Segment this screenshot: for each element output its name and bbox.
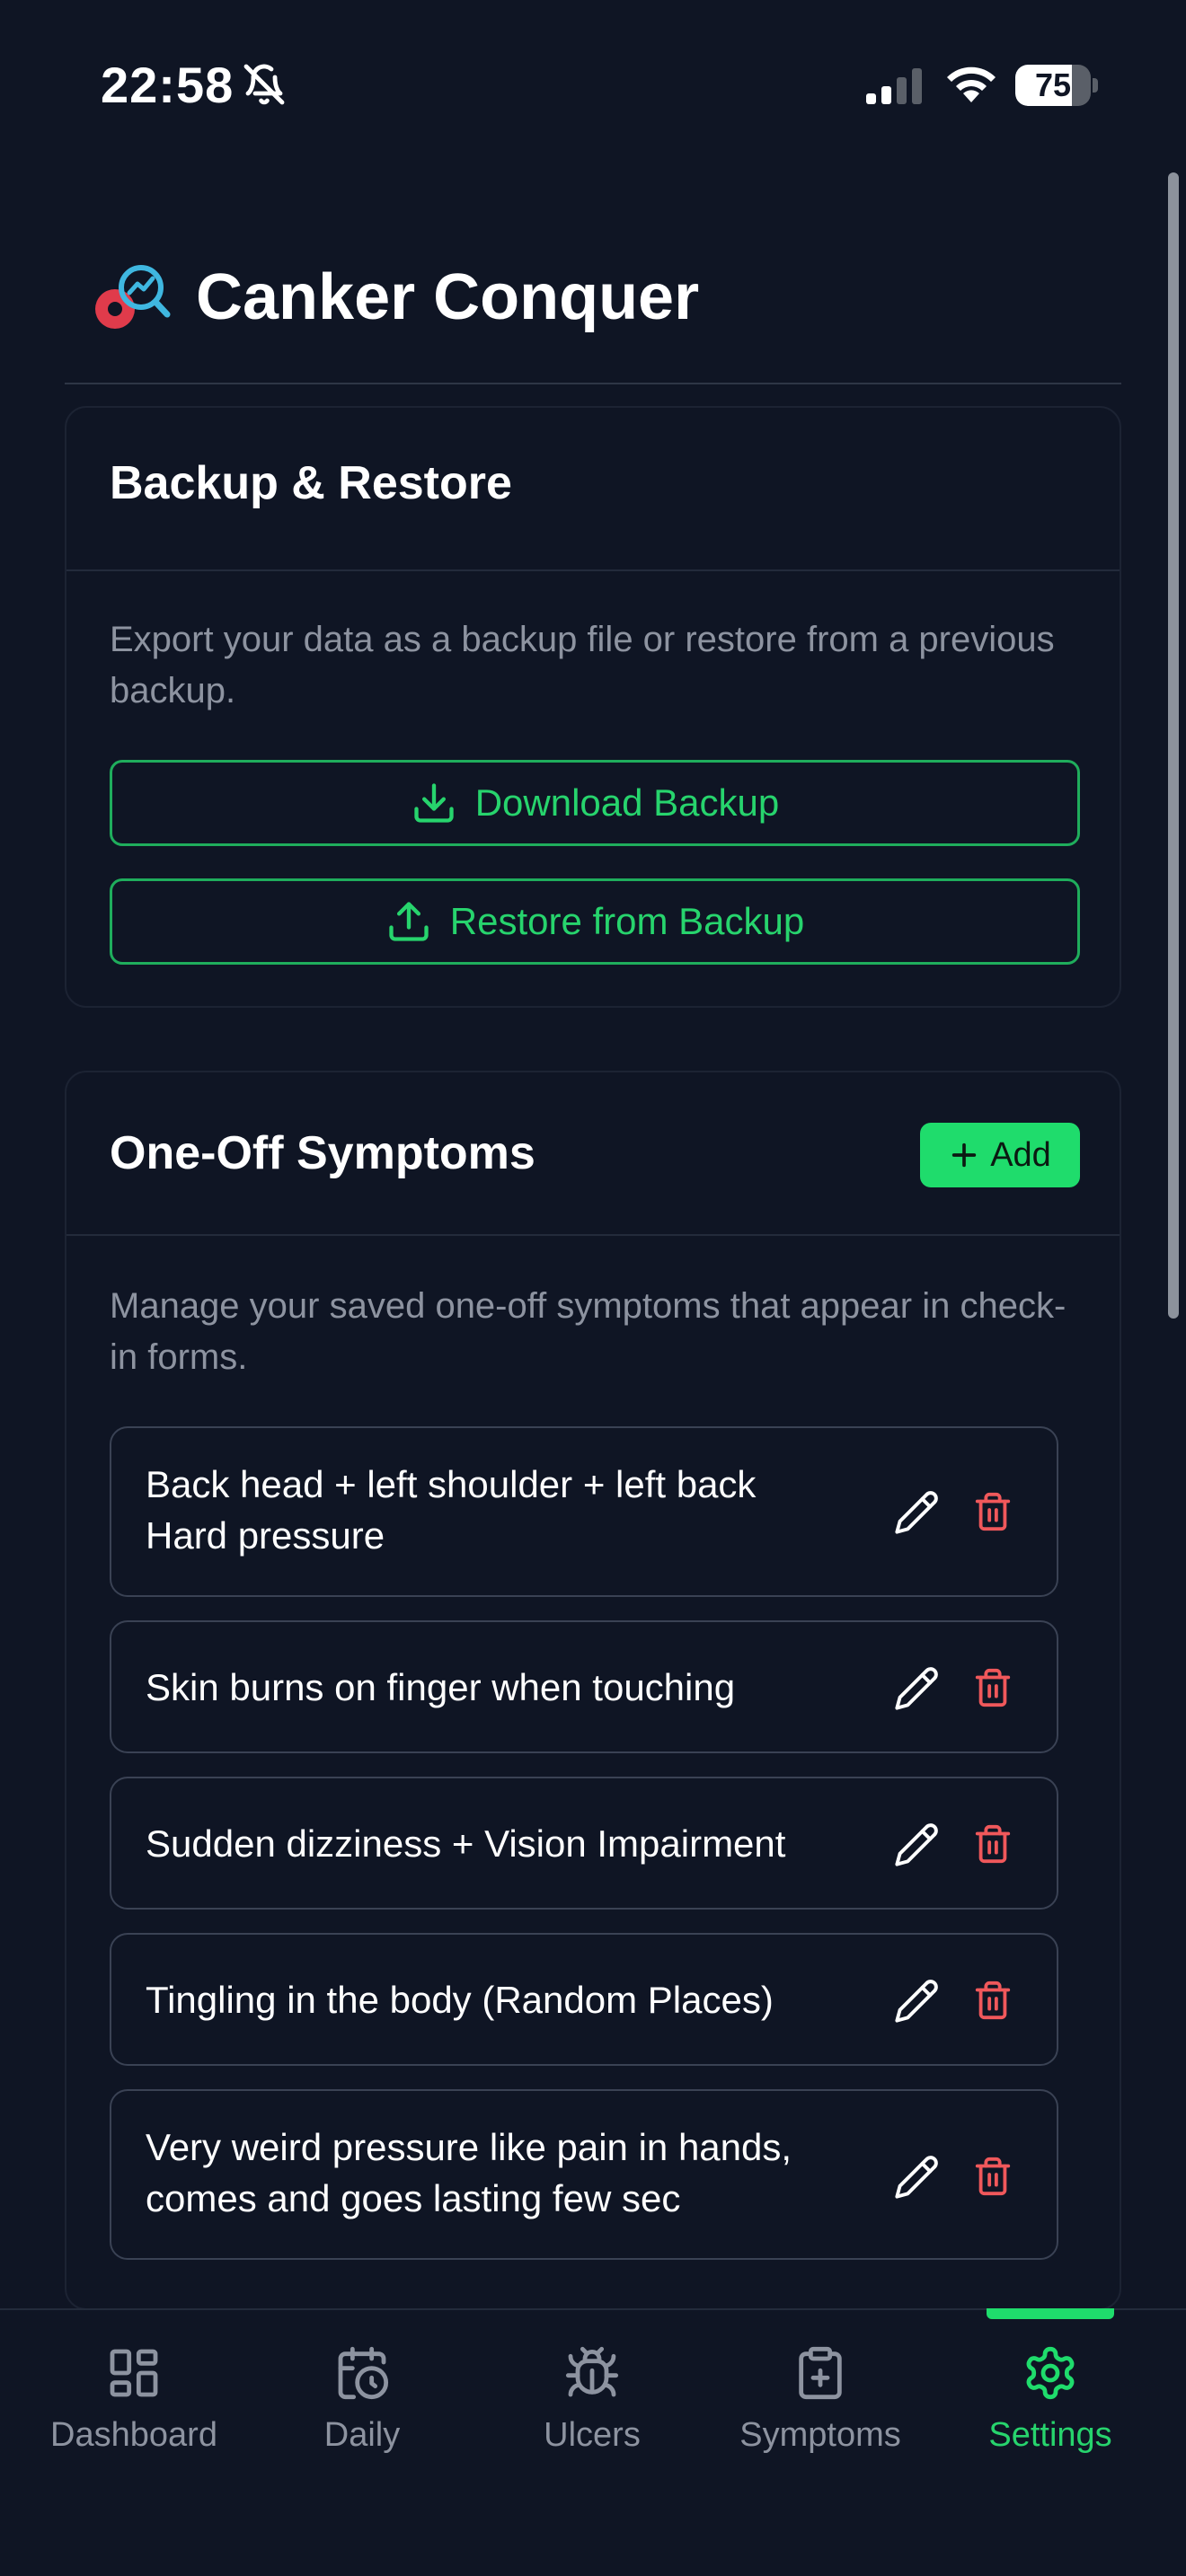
calendar-clock-icon [338, 2346, 389, 2400]
status-bar: 22:58 75 [0, 0, 1186, 171]
bug-icon [565, 2346, 619, 2397]
trash-icon[interactable] [972, 1665, 1013, 1710]
bell-muted-icon [243, 64, 285, 105]
pencil-icon[interactable] [893, 1489, 940, 1536]
add-symptom-label: Add [990, 1135, 1051, 1174]
pencil-icon[interactable] [893, 2154, 940, 2201]
nav-item-daily[interactable]: Daily [248, 2310, 476, 2490]
download-backup-label: Download Backup [474, 781, 780, 824]
nav-label-settings: Settings [988, 2416, 1112, 2454]
backup-restore-card: Backup & Restore Export your data as a b… [65, 406, 1121, 1008]
pencil-icon[interactable] [893, 1665, 940, 1712]
trash-icon[interactable] [972, 2154, 1013, 2199]
grid-icon [110, 2349, 158, 2397]
symptom-item-text: Tingling in the body (Random Places) [146, 1979, 774, 2021]
one-off-symptoms-card: One-Off Symptoms Add Manage your saved o… [65, 1071, 1121, 2310]
pencil-icon[interactable] [893, 1978, 940, 2025]
nav-label-symptoms: Symptoms [739, 2416, 901, 2454]
battery-indicator: 75 [1015, 65, 1098, 106]
trash-icon[interactable] [972, 1489, 1013, 1534]
symptom-item[interactable]: Back head + left shoulder + left back Ha… [110, 1426, 1058, 1597]
nav-label-daily: Daily [323, 2416, 401, 2454]
symptom-item[interactable]: Tingling in the body (Random Places) [110, 1933, 1058, 2066]
trash-icon[interactable] [972, 1978, 1013, 2023]
gear-icon [1026, 2346, 1075, 2400]
nav-item-dashboard[interactable]: Dashboard [20, 2310, 248, 2490]
battery-percent: 75 [1034, 66, 1072, 103]
app-header: Canker Conquer [65, 234, 1121, 384]
restore-backup-label: Restore from Backup [449, 900, 805, 942]
backup-description: Export your data as a backup file or res… [110, 620, 1055, 710]
scrollbar[interactable] [1168, 172, 1179, 1319]
one-off-symptoms-title: One-Off Symptoms [110, 1127, 535, 1179]
trash-icon[interactable] [972, 1822, 1013, 1866]
app-title: Canker Conquer [196, 261, 700, 333]
cellular-signal-icon [866, 68, 922, 104]
symptoms-description: Manage your saved one-off symptoms that … [110, 1286, 1067, 1377]
symptom-item[interactable]: Skin burns on finger when touching [110, 1620, 1058, 1753]
nav-label-ulcers: Ulcers [544, 2416, 641, 2454]
symptom-item-text: Very weird pressure like pain in hands, … [146, 2126, 792, 2219]
download-icon [414, 783, 454, 823]
symptom-item-text: Sudden dizziness + Vision Impairment [146, 1822, 786, 1865]
bottom-nav: Dashboard Daily Ulcers Symptoms Settings [0, 2308, 1186, 2576]
wifi-icon [947, 66, 996, 102]
nav-item-settings[interactable]: Settings [936, 2310, 1164, 2490]
backup-restore-title: Backup & Restore [110, 457, 512, 509]
symptom-item-text: Skin burns on finger when touching [146, 1666, 736, 1708]
nav-item-symptoms[interactable]: Symptoms [706, 2310, 934, 2490]
symptom-item[interactable]: Very weird pressure like pain in hands, … [110, 2089, 1058, 2260]
nav-label-dashboard: Dashboard [50, 2416, 217, 2454]
status-time: 22:58 [101, 57, 235, 113]
upload-icon [389, 902, 429, 941]
clipboard-plus-icon [799, 2346, 842, 2400]
restore-backup-button[interactable]: Restore from Backup [110, 878, 1080, 965]
add-symptom-button[interactable]: Add [920, 1123, 1080, 1187]
symptom-item-text: Back head + left shoulder + left back Ha… [146, 1463, 757, 1557]
symptom-item[interactable]: Sudden dizziness + Vision Impairment [110, 1777, 1058, 1910]
pencil-icon[interactable] [893, 1822, 940, 1868]
app-logo-icon [95, 265, 171, 329]
plus-icon [952, 1142, 977, 1168]
download-backup-button[interactable]: Download Backup [110, 760, 1080, 846]
nav-item-ulcers[interactable]: Ulcers [478, 2310, 706, 2490]
